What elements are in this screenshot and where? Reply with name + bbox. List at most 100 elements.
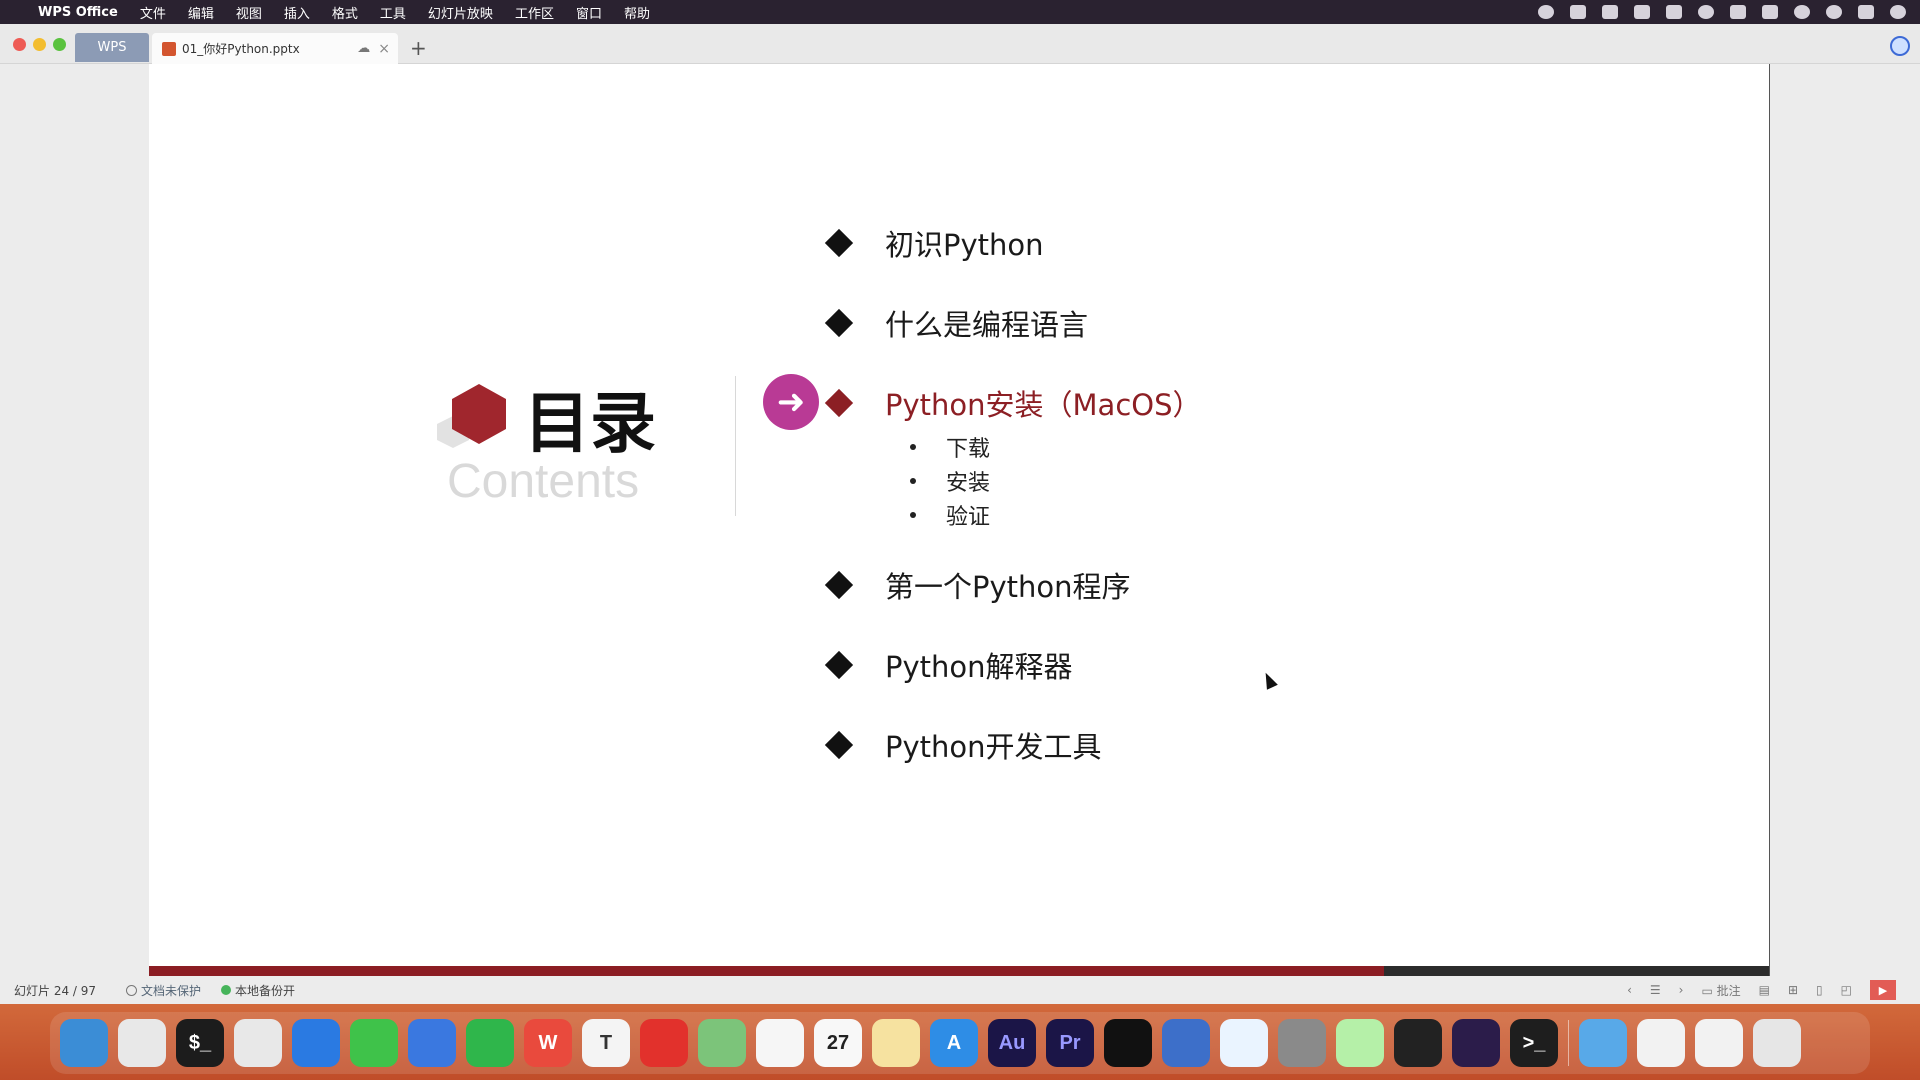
screen-record-icon[interactable] [1452,1019,1500,1067]
arrow-right-icon: ➜ [763,374,819,430]
finder-icon[interactable] [60,1019,108,1067]
toc-item: 什么是编程语言 [824,302,1089,344]
backup-label: 本地备份开 [235,983,296,998]
input-method-icon[interactable] [1570,5,1586,19]
local-backup-status[interactable]: 本地备份开 [221,982,295,999]
cloud-sync-icon[interactable]: ☁ [357,41,370,56]
trash-icon[interactable] [1753,1019,1801,1067]
pycharm-icon[interactable] [1336,1019,1384,1067]
close-tab-icon[interactable]: × [378,41,390,57]
capcut-icon[interactable] [1104,1019,1152,1067]
toc-item: Python开发工具 [824,724,1102,766]
close-window-button[interactable] [13,38,26,51]
menu-insert[interactable]: 插入 [284,3,310,22]
folder-icon[interactable] [1579,1019,1627,1067]
photos-icon[interactable] [756,1019,804,1067]
safari-icon[interactable] [292,1019,340,1067]
app-store-icon[interactable]: A [930,1019,978,1067]
tray-app2-icon[interactable] [1602,5,1618,19]
terminal2-icon[interactable]: >_ [1510,1019,1558,1067]
menu-workspace[interactable]: 工作区 [515,3,554,22]
device-icon[interactable] [1394,1019,1442,1067]
siri-icon[interactable] [1890,5,1906,19]
chrome-icon[interactable] [234,1019,282,1067]
wps-icon[interactable]: W [524,1019,572,1067]
control-center-icon[interactable] [1858,5,1874,19]
mouse-cursor-icon [1260,670,1278,690]
wps-home-tab[interactable]: WPS [75,33,149,62]
tray-app4-icon[interactable] [1666,5,1682,19]
bullet-dot-icon [910,478,916,484]
tray-app5-icon[interactable] [1698,5,1714,19]
zoom-window-button[interactable] [53,38,66,51]
system-settings-icon[interactable] [1278,1019,1326,1067]
calendar-icon[interactable]: 27 [814,1019,862,1067]
preview-window2-icon[interactable] [1695,1019,1743,1067]
status-bar: 幻灯片 24 / 97 文档未保护 本地备份开 ‹ ☰ › ▭ 批注 ▤ ⊞ ▯… [0,976,1920,1004]
bullet-dot-icon [910,444,916,450]
bullet-dot-icon [910,512,916,518]
play-slideshow-button[interactable]: ▶ [1870,980,1896,1000]
tray-wps-icon[interactable] [1730,5,1746,19]
slide-subtitle: Contents [447,455,640,508]
menu-view[interactable]: 视图 [236,3,262,22]
menu-file[interactable]: 文件 [140,3,166,22]
audition-icon[interactable]: Au [988,1019,1036,1067]
reading-view-icon[interactable]: ▯ [1816,983,1823,997]
premiere-icon[interactable]: Pr [1046,1019,1094,1067]
toc-item-label: Python安装（MacOS） [885,388,1202,422]
preview-window-icon[interactable] [1637,1019,1685,1067]
wechat-icon[interactable] [466,1019,514,1067]
toc-item-label: Python开发工具 [885,730,1102,764]
menu-window[interactable]: 窗口 [576,3,602,22]
grid-view-icon[interactable]: ⊞ [1788,983,1798,997]
quicktime-icon[interactable] [408,1019,456,1067]
toc-subitem: 下载 [910,431,990,463]
unprotected-icon [126,984,138,996]
menu-format[interactable]: 格式 [332,3,358,22]
menu-help[interactable]: 帮助 [624,3,650,22]
app-name-menu[interactable]: WPS Office [38,5,118,20]
assistant-icon[interactable] [1890,36,1910,56]
launchpad-icon[interactable] [118,1019,166,1067]
tab-bar: WPS 01_你好Python.pptx ☁ × + [0,24,1920,64]
previous-slide-icon[interactable]: ‹ [1627,983,1632,997]
outline-list-icon[interactable]: ☰ [1650,983,1661,997]
new-tab-button[interactable]: + [410,36,427,60]
slide-counter[interactable]: 幻灯片 24 / 97 [14,982,96,999]
annotate-button[interactable]: ▭ 批注 [1701,982,1740,999]
terminal-icon[interactable]: $_ [176,1019,224,1067]
baidu-netdisk-icon[interactable] [1220,1019,1268,1067]
status-bar-controls: ‹ ☰ › ▭ 批注 ▤ ⊞ ▯ ◰ ▶ [1627,980,1920,1000]
normal-view-icon[interactable]: ▤ [1759,983,1770,997]
screen-icon[interactable] [1162,1019,1210,1067]
toc-item-active: Python安装（MacOS） [824,382,1202,424]
slide-canvas[interactable]: 目录 Contents ➜ 初识Python 什么是编程语言 Python安装（… [149,64,1769,976]
tray-app1-icon[interactable] [1538,5,1554,19]
menu-tools[interactable]: 工具 [380,3,406,22]
diamond-bullet-icon [824,388,854,418]
tray-app6-icon[interactable] [1762,5,1778,19]
typora-icon[interactable]: T [582,1019,630,1067]
dock-shelf: $_ W T 27 A Au Pr >_ [50,1012,1870,1074]
notes-icon[interactable] [872,1019,920,1067]
diamond-bullet-icon [824,570,854,600]
moon-icon[interactable] [1794,5,1810,19]
diamond-bullet-icon [824,730,854,760]
menu-slideshow[interactable]: 幻灯片放映 [428,3,493,22]
toc-item-label: 什么是编程语言 [885,308,1089,342]
messages-icon[interactable] [350,1019,398,1067]
document-tab[interactable]: 01_你好Python.pptx ☁ × [152,33,398,64]
toc-subitem-label: 安装 [946,471,991,496]
toc-subitem: 验证 [910,499,990,531]
tray-app3-icon[interactable] [1634,5,1650,19]
next-slide-icon[interactable]: › [1679,983,1684,997]
sound-icon[interactable] [640,1019,688,1067]
maps-icon[interactable] [698,1019,746,1067]
screenshot-icon[interactable]: ◰ [1841,983,1852,997]
document-protection-status[interactable]: 文档未保护 [126,982,201,999]
menu-edit[interactable]: 编辑 [188,3,214,22]
minimize-window-button[interactable] [33,38,46,51]
spotlight-search-icon[interactable] [1826,5,1842,19]
divider-line [735,376,736,516]
